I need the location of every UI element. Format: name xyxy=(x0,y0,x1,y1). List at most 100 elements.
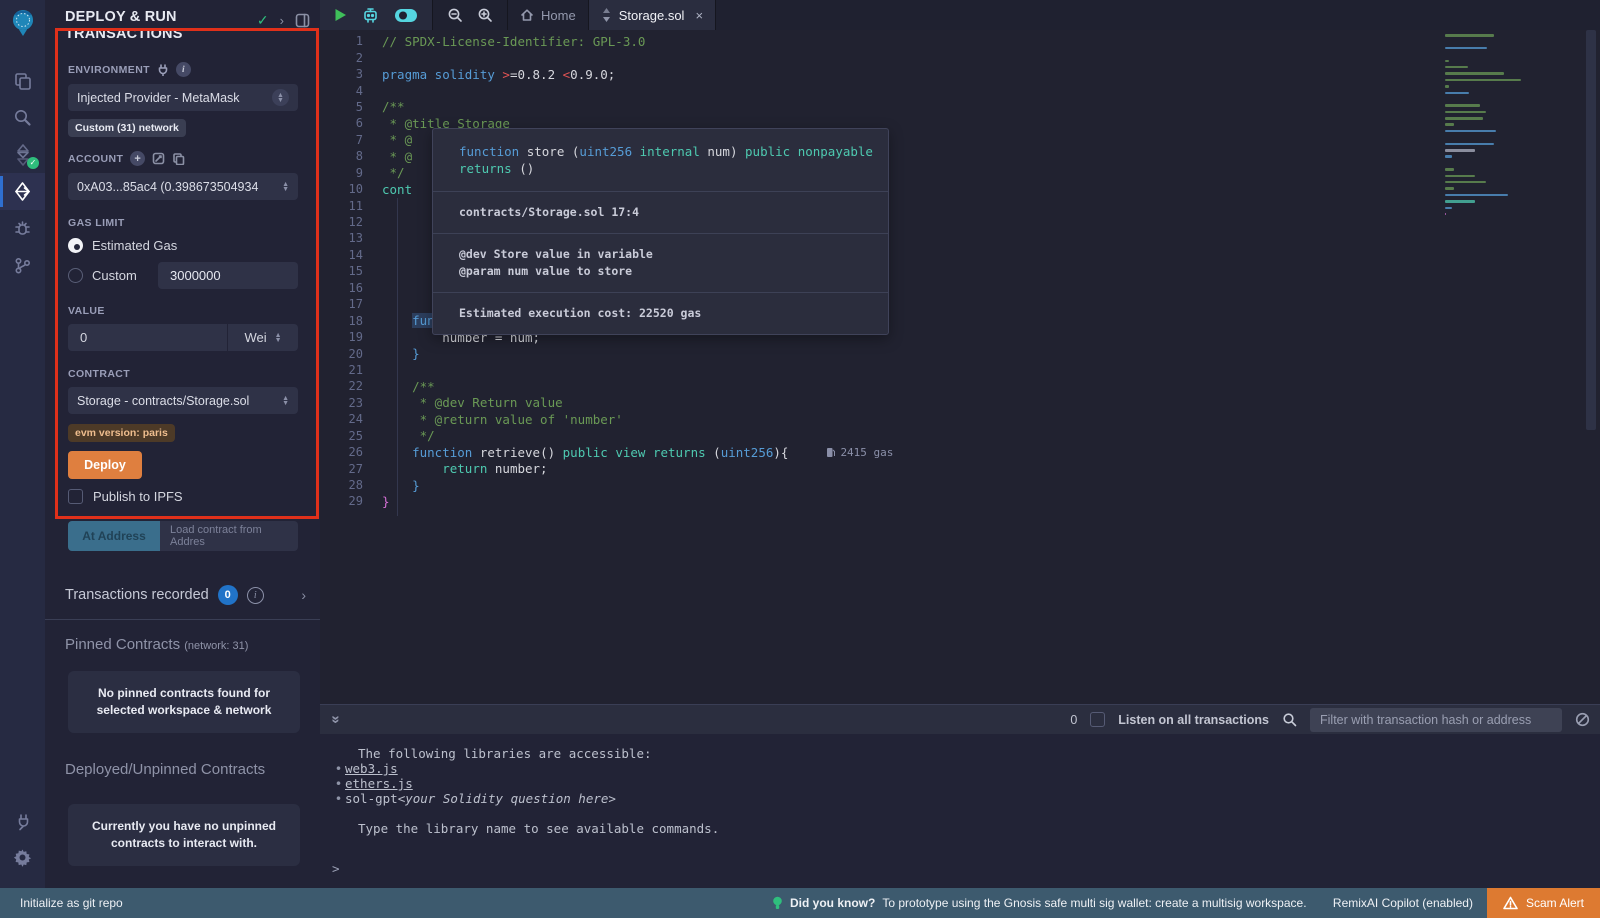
line-number: 25 xyxy=(334,429,382,443)
minimap-line xyxy=(1445,104,1480,107)
line-number: 22 xyxy=(334,379,382,393)
minimap-line xyxy=(1445,85,1449,88)
environment-select[interactable]: Injected Provider - MetaMask ▲▼ xyxy=(68,84,298,111)
pinned-empty-message: No pinned contracts found for selected w… xyxy=(68,671,300,733)
listen-all-transactions-label: Listen on all transactions xyxy=(1118,713,1269,727)
terminal-header: » 0 Listen on all transactions Filter wi… xyxy=(320,704,1600,734)
minimap-line xyxy=(1445,181,1486,184)
file-explorer-icon[interactable] xyxy=(0,62,45,99)
deploy-run-icon[interactable] xyxy=(0,173,45,210)
code-editor[interactable]: 1// SPDX-License-Identifier: GPL-3.023pr… xyxy=(320,30,1600,704)
code-line: 27 return number; xyxy=(334,460,893,476)
custom-gas-radio[interactable] xyxy=(68,268,83,283)
copilot-status[interactable]: RemixAI Copilot (enabled) xyxy=(1333,896,1473,910)
editor-minimap[interactable] xyxy=(1445,34,1537,219)
environment-label: ENVIRONMENT i xyxy=(68,62,298,77)
environment-info-icon[interactable]: i xyxy=(176,62,191,77)
publish-ipfs-checkbox[interactable] xyxy=(68,489,83,504)
code-line: 25 */ xyxy=(334,428,893,444)
run-script-play-icon[interactable] xyxy=(334,8,347,22)
remix-logo-icon[interactable] xyxy=(8,7,38,44)
tab-storage-sol[interactable]: Storage.sol × xyxy=(589,0,716,30)
line-number: 8 xyxy=(334,149,382,163)
code-line: 2 xyxy=(334,49,893,65)
minimap-line xyxy=(1445,60,1449,63)
sign-message-icon[interactable] xyxy=(152,152,165,165)
tab-home[interactable]: Home xyxy=(508,0,589,30)
git-branch-icon[interactable] xyxy=(0,247,45,284)
transactions-info-icon[interactable]: i xyxy=(247,587,264,604)
function-hover-tooltip: function store (uint256 internal num) pu… xyxy=(432,128,889,335)
terminal-search-icon[interactable] xyxy=(1282,712,1297,727)
code-line: 22 /** xyxy=(334,378,893,394)
terminal-output[interactable]: The following libraries are accessible: … xyxy=(320,734,1600,888)
line-number: 4 xyxy=(334,84,382,98)
close-tab-icon[interactable]: × xyxy=(695,8,703,23)
minimap-line xyxy=(1445,92,1469,95)
custom-gas-option[interactable]: Custom 3000000 xyxy=(68,262,298,289)
zoom-out-icon[interactable] xyxy=(447,7,463,23)
publish-ipfs-option[interactable]: Publish to IPFS xyxy=(68,489,298,504)
expand-terminal-icon[interactable]: » xyxy=(328,715,345,723)
minimap-line xyxy=(1445,213,1446,216)
terminal-prompt[interactable]: > xyxy=(332,862,1600,877)
code-line: 3pragma solidity >=0.8.2 <0.9.0; xyxy=(334,66,893,82)
line-number: 3 xyxy=(334,67,382,81)
line-number: 13 xyxy=(334,231,382,245)
line-number: 21 xyxy=(334,363,382,377)
clear-terminal-icon[interactable] xyxy=(1575,712,1590,727)
search-icon[interactable] xyxy=(0,99,45,136)
value-input[interactable]: 0 xyxy=(68,324,228,351)
minimap-line xyxy=(1445,123,1454,126)
at-address-button[interactable]: At Address xyxy=(68,521,160,551)
minimap-line xyxy=(1445,149,1475,152)
home-icon xyxy=(520,8,534,22)
transactions-expand-icon[interactable]: › xyxy=(301,587,306,603)
listen-all-transactions-checkbox[interactable] xyxy=(1090,712,1105,727)
scam-alert-button[interactable]: Scam Alert xyxy=(1487,888,1600,918)
terminal-filter-input[interactable]: Filter with transaction hash or address xyxy=(1310,708,1562,732)
copy-account-icon[interactable] xyxy=(172,152,185,165)
estimated-gas-option[interactable]: Estimated Gas xyxy=(68,238,298,253)
line-number: 26 xyxy=(334,445,382,459)
line-number: 29 xyxy=(334,494,382,508)
value-unit-select[interactable]: Wei ▲▼ xyxy=(228,324,298,351)
code-line: 24 * @return value of 'number' xyxy=(334,411,893,427)
evm-version-badge: evm version: paris xyxy=(68,424,175,442)
deploy-button[interactable]: Deploy xyxy=(68,451,142,479)
editor-scrollbar[interactable] xyxy=(1586,30,1596,430)
solidity-compiler-icon[interactable]: ✓ xyxy=(0,136,45,173)
panel-check-icon: ✓ xyxy=(257,12,269,29)
account-select-arrows-icon: ▲▼ xyxy=(282,182,289,192)
contract-select-arrows-icon: ▲▼ xyxy=(282,396,289,406)
plug-icon[interactable] xyxy=(157,64,169,76)
custom-gas-input[interactable]: 3000000 xyxy=(158,262,298,289)
terminal-library-item[interactable]: •web3.js xyxy=(332,762,1600,777)
git-init-status[interactable]: Initialize as git repo xyxy=(20,896,123,910)
panel-chevron-right-icon[interactable]: › xyxy=(280,13,284,28)
at-address-input[interactable]: Load contract from Addres xyxy=(160,521,298,551)
code-line: 21 xyxy=(334,362,893,378)
plugin-manager-icon[interactable] xyxy=(0,802,45,839)
settings-gear-icon[interactable] xyxy=(0,839,45,876)
estimated-gas-radio[interactable] xyxy=(68,238,83,253)
copilot-toggle-icon[interactable] xyxy=(394,8,418,23)
ai-robot-icon[interactable] xyxy=(361,7,380,24)
line-number: 28 xyxy=(334,478,382,492)
line-number: 20 xyxy=(334,347,382,361)
pin-panel-icon[interactable] xyxy=(295,13,310,28)
pinned-contracts-title: Pinned Contracts (network: 31) xyxy=(45,620,320,653)
code-line: 23 * @dev Return value xyxy=(334,395,893,411)
terminal-library-item[interactable]: •ethers.js xyxy=(332,777,1600,792)
line-number: 12 xyxy=(334,215,382,229)
account-select[interactable]: 0xA03...85ac4 (0.398673504934 ▲▼ xyxy=(68,173,298,200)
debugger-icon[interactable] xyxy=(0,210,45,247)
contract-select[interactable]: Storage - contracts/Storage.sol ▲▼ xyxy=(68,387,298,414)
code-line: 4 xyxy=(334,82,893,98)
zoom-in-icon[interactable] xyxy=(477,7,493,23)
compile-success-badge: ✓ xyxy=(27,157,39,169)
minimap-line xyxy=(1445,72,1504,75)
code-line: 26 function retrieve() public view retur… xyxy=(334,444,893,460)
add-account-icon[interactable]: + xyxy=(130,151,145,166)
terminal-library-item[interactable]: •sol-gpt <your Solidity question here> xyxy=(332,792,1600,807)
